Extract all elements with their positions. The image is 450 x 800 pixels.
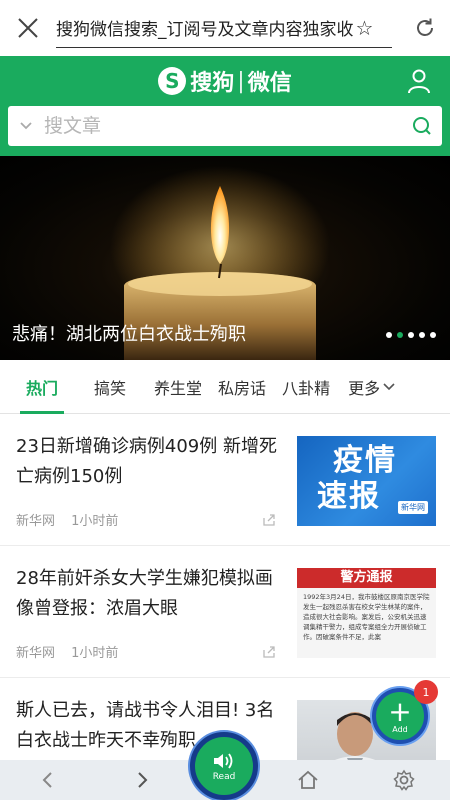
article-title[interactable]: 23日新增确诊病例409例 新增死亡病例150例 (16, 432, 284, 492)
carousel-dots (386, 332, 436, 338)
article-time: 1小时前 (71, 646, 119, 661)
tab-funny[interactable]: 搞笑 (86, 360, 134, 414)
chevron-down-icon (383, 382, 395, 390)
tab-label: 更多 (348, 378, 381, 398)
add-label: Add (392, 724, 408, 734)
home-icon[interactable] (288, 760, 328, 800)
banner-caption[interactable]: 悲痛！湖北两位白衣战士殉职 (12, 320, 246, 346)
share-icon[interactable] (262, 644, 276, 663)
carousel-dot[interactable] (419, 332, 425, 338)
tab-label: 私房话 (218, 378, 267, 398)
article-meta: 新华网 1小时前 (16, 642, 118, 661)
sogou-logo-icon: S (158, 67, 187, 95)
article-title[interactable]: 28年前奸杀女大学生嫌犯模拟画像曾登报：浓眉大眼 (16, 564, 284, 624)
url-text: 搜狗微信搜索_订阅号及文章内容独家收 (56, 20, 354, 40)
logo-text-sogou: 搜狗 (190, 71, 235, 96)
logo-text-weixin: 微信 (247, 71, 292, 96)
chevron-down-icon[interactable] (8, 121, 44, 131)
article-time: 1小时前 (71, 514, 119, 529)
settings-gear-icon[interactable] (384, 760, 424, 800)
notification-badge: 1 (414, 680, 438, 704)
carousel-dot-active[interactable] (397, 332, 403, 338)
article-thumbnail[interactable]: 疫情 速报 新华网 (297, 436, 436, 526)
logo-separator: | (237, 68, 245, 94)
read-aloud-button[interactable]: Read (190, 732, 258, 800)
category-tabs: 热门 搞笑 养生堂 私房话 八卦精 更多 (0, 360, 450, 414)
carousel-dot[interactable] (430, 332, 436, 338)
tab-label: 热门 (26, 378, 59, 398)
tab-hot[interactable]: 热门 (18, 360, 66, 414)
forward-icon[interactable] (122, 760, 162, 800)
article-thumbnail[interactable]: 警方通报 1992年3月24日，我市鼓楼区原南京医学院发生一起残忍杀害在校女学生… (297, 568, 436, 658)
article-item[interactable]: 23日新增确诊病例409例 新增死亡病例150例 新华网 1小时前 疫情 速报 … (0, 414, 450, 546)
thumb-document-text: 1992年3月24日，我市鼓楼区原南京医学院发生一起残忍杀害在校女学生林某的案件… (303, 593, 430, 641)
refresh-icon[interactable] (400, 0, 450, 56)
plus-icon: + (388, 694, 412, 728)
star-icon[interactable]: ☆ (356, 16, 374, 40)
search-icon[interactable] (402, 115, 442, 137)
article-item[interactable]: 28年前奸杀女大学生嫌犯模拟画像曾登报：浓眉大眼 新华网 1小时前 警方通报 1… (0, 546, 450, 678)
thumb-text: 疫情 (333, 443, 397, 478)
tab-gossip[interactable]: 八卦精 (274, 360, 338, 414)
share-icon[interactable] (262, 512, 276, 531)
tab-more[interactable]: 更多 (340, 360, 404, 414)
search-input[interactable] (44, 115, 402, 137)
article-source: 新华网 (16, 514, 56, 529)
carousel-dot[interactable] (386, 332, 392, 338)
back-icon[interactable] (28, 760, 68, 800)
site-header: S 搜狗 | 微信 (0, 56, 450, 156)
thumb-text: 速报 (317, 479, 381, 514)
url-bar[interactable]: 搜狗微信搜索_订阅号及文章内容独家收 ☆ (56, 8, 392, 48)
tab-private[interactable]: 私房话 (210, 360, 274, 414)
user-icon[interactable] (406, 68, 432, 94)
article-source: 新华网 (16, 646, 56, 661)
tab-label: 搞笑 (94, 378, 127, 398)
carousel-dot[interactable] (408, 332, 414, 338)
browser-toolbar: 搜狗微信搜索_订阅号及文章内容独家收 ☆ (0, 0, 450, 56)
read-label: Read (212, 771, 236, 782)
close-icon[interactable] (0, 0, 56, 56)
article-meta: 新华网 1小时前 (16, 510, 118, 529)
thumb-header: 警方通报 (297, 568, 436, 588)
speaker-icon (214, 752, 233, 769)
thumb-tag: 新华网 (398, 501, 428, 514)
sogou-weixin-logo[interactable]: S 搜狗 | 微信 (158, 65, 292, 97)
tab-label: 养生堂 (154, 378, 203, 398)
tab-health[interactable]: 养生堂 (146, 360, 210, 414)
banner-carousel[interactable]: 悲痛！湖北两位白衣战士殉职 (0, 156, 450, 360)
search-box (8, 106, 442, 146)
tab-label: 八卦精 (282, 378, 331, 398)
